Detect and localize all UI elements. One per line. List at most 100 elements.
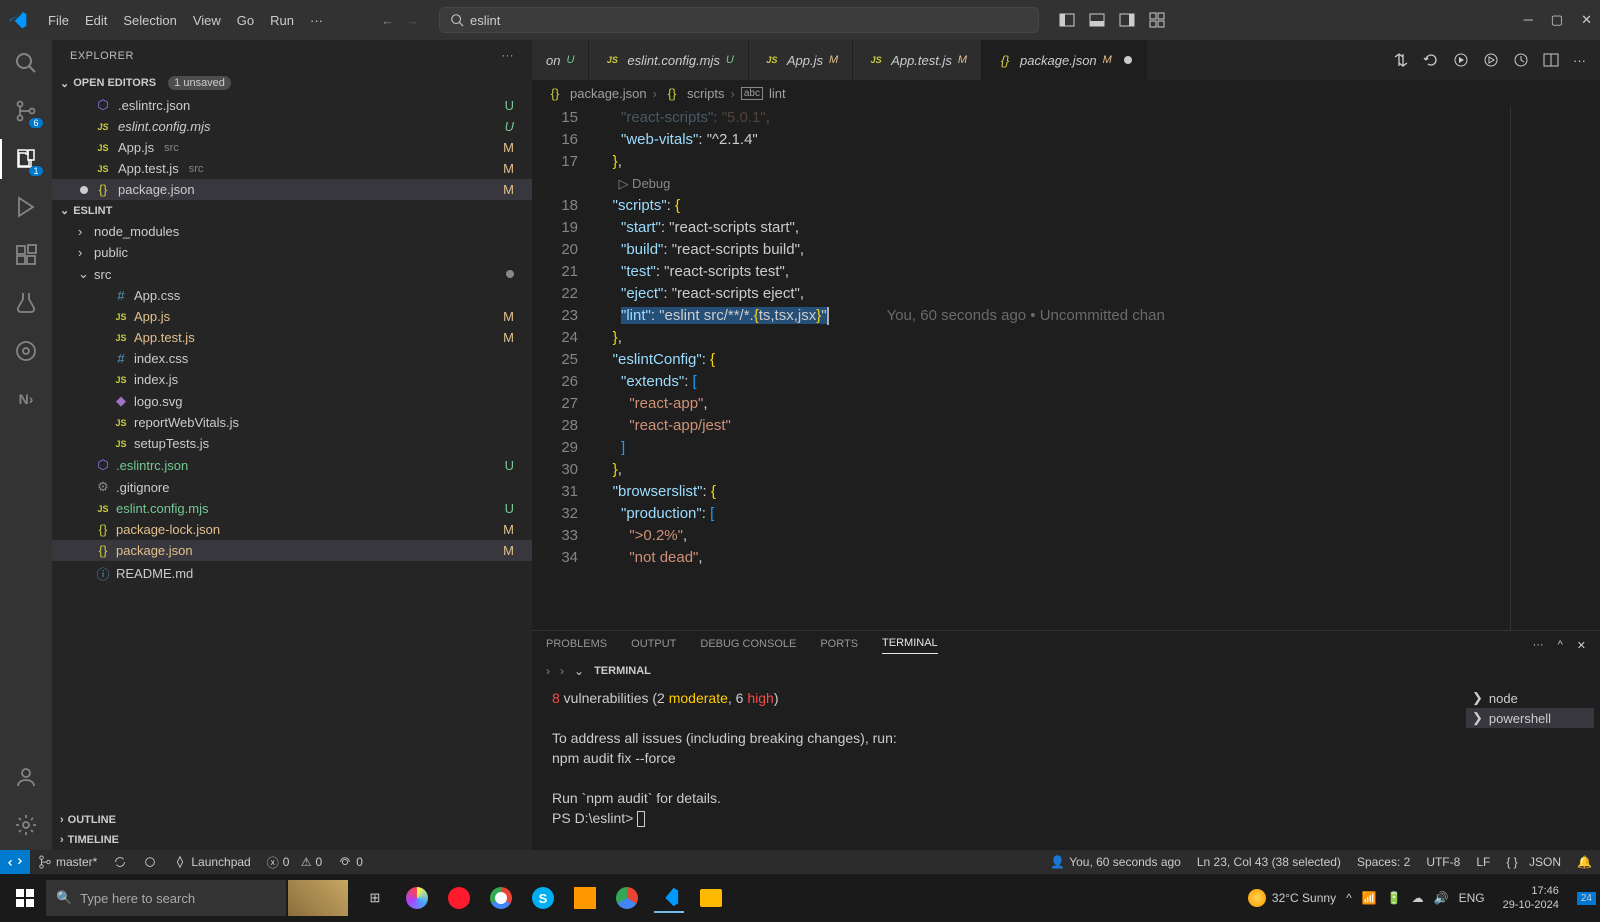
menu-run[interactable]: Run [262, 13, 302, 28]
scm-activity-icon[interactable]: 6 [13, 98, 39, 124]
menu-go[interactable]: Go [229, 13, 262, 28]
taskbar-clock[interactable]: 17:46 29-10-2024 [1495, 884, 1567, 912]
notifications-icon[interactable]: 🔔 [1569, 855, 1600, 869]
tray-chevron-icon[interactable]: ^ [1346, 891, 1352, 905]
split-editor-icon[interactable] [1543, 52, 1559, 68]
search-highlight-icon[interactable] [288, 880, 348, 916]
problems-indicator[interactable]: ⓧ0 ⚠0 [259, 854, 331, 871]
taskbar-search[interactable]: 🔍 Type here to search [46, 880, 286, 916]
open-editor-item[interactable]: {}package.jsonM [52, 179, 532, 200]
start-button[interactable] [4, 880, 46, 916]
debug-codelens[interactable]: ▷ Debug [596, 173, 1510, 195]
notification-center-icon[interactable]: 24 [1577, 892, 1596, 905]
nav-forward-icon[interactable]: → [406, 13, 419, 28]
sync-indicator[interactable] [105, 855, 135, 869]
editor-more-icon[interactable]: ··· [1573, 53, 1586, 68]
explorer-more-icon[interactable]: ··· [502, 50, 515, 62]
layout-sidebar-right-icon[interactable] [1119, 12, 1135, 28]
test-activity-icon[interactable] [13, 290, 39, 316]
chevron-down-icon[interactable]: ⌄ [574, 664, 584, 678]
folder-item[interactable]: ›public [52, 242, 532, 263]
command-center-search[interactable]: eslint [439, 7, 1039, 33]
layout-panel-icon[interactable] [1089, 12, 1105, 28]
nx-activity-icon[interactable]: N› [13, 386, 39, 412]
file-item[interactable]: JSApp.test.jsM [52, 327, 532, 348]
panel-maximize-icon[interactable]: ^ [1558, 639, 1563, 652]
terminal-shell-powershell[interactable]: ❯powershell [1466, 708, 1594, 728]
search-activity-icon[interactable] [13, 50, 39, 76]
breadcrumb-item[interactable]: lint [769, 86, 786, 101]
language-mode[interactable]: { } JSON [1498, 855, 1569, 869]
editor-tab[interactable]: onU [532, 40, 589, 80]
file-item[interactable]: #index.css [52, 348, 532, 369]
copilot-icon[interactable] [402, 883, 432, 913]
menu-more[interactable]: ··· [302, 13, 331, 28]
editor-tab[interactable]: {}package.jsonM [982, 40, 1147, 80]
blame-indicator[interactable]: 👤You, 60 seconds ago [1042, 855, 1189, 869]
menu-selection[interactable]: Selection [115, 13, 184, 28]
panel-tab-terminal[interactable]: TERMINAL [882, 637, 938, 654]
file-item[interactable]: ◆logo.svg [52, 390, 532, 412]
editor-tab[interactable]: JSApp.jsM [749, 40, 853, 80]
onedrive-icon[interactable]: ☁ [1412, 891, 1424, 905]
timeline-header[interactable]: › TIMELINE [52, 830, 532, 850]
encoding[interactable]: UTF-8 [1418, 855, 1468, 869]
open-editors-header[interactable]: ⌄ OPEN EDITORS 1 unsaved [52, 72, 532, 94]
chrome-canary-icon[interactable] [612, 883, 642, 913]
revert-icon[interactable] [1423, 52, 1439, 68]
breadcrumb[interactable]: {} package.json › {} scripts › abc lint [532, 80, 1600, 107]
sublime-icon[interactable] [570, 883, 600, 913]
timeline-icon[interactable] [1513, 52, 1529, 68]
compare-icon[interactable] [1393, 52, 1409, 68]
remote-activity-icon[interactable] [13, 338, 39, 364]
file-item[interactable]: JSeslint.config.mjsU [52, 498, 532, 519]
open-editor-item[interactable]: JSApp.test.jssrcM [52, 158, 532, 179]
editor-tab[interactable]: JSApp.test.jsM [853, 40, 982, 80]
battery-icon[interactable]: 🔋 [1387, 891, 1402, 905]
menu-edit[interactable]: Edit [77, 13, 115, 28]
debug-activity-icon[interactable] [13, 194, 39, 220]
minimize-icon[interactable]: ─ [1524, 12, 1533, 28]
run-debug-icon[interactable] [1483, 52, 1499, 68]
maximize-icon[interactable]: ▢ [1551, 12, 1563, 28]
project-header[interactable]: ⌄ ESLINT [52, 200, 532, 221]
terminal-output[interactable]: 8 vulnerabilities (2 moderate, 6 high) T… [532, 682, 1460, 850]
file-item[interactable]: {}package-lock.jsonM [52, 519, 532, 540]
terminal-shell-node[interactable]: ❯node [1466, 688, 1594, 708]
menu-file[interactable]: File [40, 13, 77, 28]
file-item[interactable]: JSsetupTests.js [52, 433, 532, 454]
file-item[interactable]: ⓘREADME.md [52, 561, 532, 586]
chevron-right-icon[interactable]: › [546, 664, 550, 678]
open-editor-item[interactable]: ⬡.eslintrc.jsonU [52, 94, 532, 116]
indentation[interactable]: Spaces: 2 [1349, 855, 1418, 869]
file-item[interactable]: ⚙.gitignore [52, 476, 532, 498]
explorer-activity-icon[interactable]: 1 [13, 146, 39, 172]
code-editor[interactable]: 1516171819202122232425262728293031323334… [532, 107, 1600, 630]
account-icon[interactable] [13, 764, 39, 790]
opera-icon[interactable] [444, 883, 474, 913]
launchpad-indicator[interactable]: Launchpad [165, 855, 258, 869]
folder-item[interactable]: ›node_modules [52, 221, 532, 242]
open-editor-item[interactable]: JSApp.jssrcM [52, 137, 532, 158]
task-view-icon[interactable]: ⊞ [360, 883, 390, 913]
file-item[interactable]: {}package.jsonM [52, 540, 532, 561]
remote-indicator[interactable] [0, 850, 30, 874]
menu-view[interactable]: View [185, 13, 229, 28]
breadcrumb-item[interactable]: package.json [570, 86, 647, 101]
panel-tab-ports[interactable]: PORTS [820, 638, 858, 654]
settings-gear-icon[interactable] [13, 812, 39, 838]
file-item[interactable]: #App.css [52, 285, 532, 306]
cursor-position[interactable]: Ln 23, Col 43 (38 selected) [1189, 855, 1349, 869]
editor-tab[interactable]: JSeslint.config.mjsU [589, 40, 748, 80]
file-item[interactable]: JSindex.js [52, 369, 532, 390]
outline-header[interactable]: › OUTLINE [52, 810, 532, 830]
gitlens-indicator[interactable] [135, 855, 165, 869]
vscode-taskbar-icon[interactable] [654, 883, 684, 913]
wifi-icon[interactable]: 📶 [1362, 891, 1377, 905]
breadcrumb-item[interactable]: scripts [687, 86, 725, 101]
panel-close-icon[interactable]: ✕ [1577, 639, 1586, 652]
nav-back-icon[interactable]: ← [381, 13, 394, 28]
open-editor-item[interactable]: JSeslint.config.mjsU [52, 116, 532, 137]
folder-item[interactable]: ⌄src [52, 263, 532, 285]
file-item[interactable]: JSApp.jsM [52, 306, 532, 327]
